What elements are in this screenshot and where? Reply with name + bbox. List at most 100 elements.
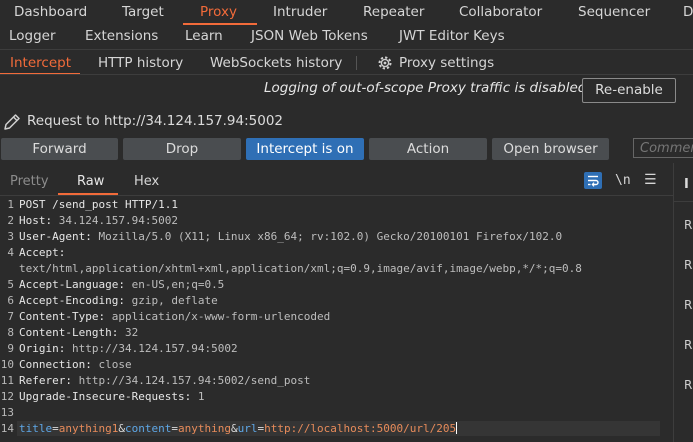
tab-intercept[interactable]: Intercept [10,51,71,75]
line-number: 6 [7,294,14,307]
line-number: 9 [7,342,14,355]
param-value: anything [177,422,231,435]
tab-hex[interactable]: Hex [134,174,159,189]
param-value: anything1 [58,422,119,435]
header-name: Host [19,214,46,227]
inspector-panel: I R R R R R [674,163,693,442]
header-value: http://34.124.157.94:5002 [72,342,238,355]
header-name: Upgrade-Insecure-Requests [19,390,185,403]
param-name: content [124,422,172,435]
line-number: 2 [7,214,14,227]
inspector-item[interactable]: R [684,338,692,352]
tab-learn[interactable]: Learn [185,24,223,48]
header-value: gzip, deflate [131,294,218,307]
inspector-item[interactable]: R [684,258,692,272]
tab-extensions[interactable]: Extensions [85,24,158,48]
line-number: 8 [7,326,14,339]
header-name: User-Agent [19,230,86,243]
header-value: close [98,358,132,371]
line-number: 3 [7,230,14,243]
action-button[interactable]: Action [369,138,487,160]
proxy-settings-label: Proxy settings [399,55,495,71]
inspector-header-divider [674,201,693,202]
scope-logging-notice: Logging of out-of-scope Proxy traffic is… [264,80,587,96]
header-value: Mozilla/5.0 (X11; Linux x86_64; rv:102.0… [98,230,563,243]
line-number: 12 [0,390,14,403]
pencil-icon [4,114,20,130]
tab-collaborator[interactable]: Collaborator [459,0,542,24]
tab-json-web-tokens[interactable]: JSON Web Tokens [251,24,368,48]
request-line: POST /send_post HTTP/1.1 [19,198,178,211]
tab-http-history[interactable]: HTTP history [98,51,183,75]
intercept-toggle-button[interactable]: Intercept is on [246,138,364,160]
header-value: application/x-www-form-urlencoded [111,310,331,323]
inspector-item[interactable]: R [684,298,692,312]
header-line: Accept: [19,246,66,259]
tab-target[interactable]: Target [122,0,164,24]
line-number: 13 [0,406,14,419]
header-name: Content-Length [19,326,112,339]
header-name: Accept-Language [19,278,119,291]
open-browser-button[interactable]: Open browser [492,138,609,160]
menu-icon[interactable]: ☰ [644,172,657,188]
header-value: 32 [124,326,139,339]
request-target-label: Request to http://34.124.157.94:5002 [27,113,283,129]
header-name: Origin [19,342,59,355]
header-value: 1 [197,390,205,403]
header-line: Accept-Language: en-US,en;q=0.5 [19,278,225,291]
header-line: Host: 34.124.157.94:5002 [19,214,178,227]
show-newlines-toggle[interactable]: \n [615,173,631,188]
text-cursor [456,422,458,434]
tab-logger[interactable]: Logger [9,24,56,48]
post-body[interactable]: title=anything1&content=anything&url=htt… [19,422,458,435]
line-number: 14 [0,422,14,435]
proxy-settings-button[interactable]: Proxy settings [377,51,494,75]
line-number: 4 [7,246,14,259]
tab-proxy[interactable]: Proxy [200,0,237,24]
header-value: en-US,en;q=0.5 [131,278,225,291]
forward-button[interactable]: Forward [1,138,118,160]
line-number: 1 [7,198,14,211]
message-editor: Pretty Raw Hex \n ☰ 1 2 3 4 5 6 7 8 9 10… [0,168,673,442]
divider [0,74,693,75]
header-line: User-Agent: Mozilla/5.0 (X11; Linux x86_… [19,230,563,243]
tab-websockets-history[interactable]: WebSockets history [210,51,342,75]
header-value: 34.124.157.94:5002 [58,214,178,227]
re-enable-button[interactable]: Re-enable [582,78,676,103]
inspector-item[interactable]: R [684,378,692,392]
header-name: Content-Type [19,310,99,323]
raw-tab-underline [58,193,118,195]
extension-tabs-row: Logger Extensions Learn JSON Web Tokens … [0,24,693,48]
editor-tabs-bar: Pretty Raw Hex \n ☰ [0,168,673,196]
tab-divider [356,56,357,70]
tab-intruder[interactable]: Intruder [273,0,327,24]
param-value: http://localhost:5000/url/205 [264,422,457,435]
request-body-editor[interactable]: 1 2 3 4 5 6 7 8 9 10 11 12 13 14 POST /s… [0,196,673,442]
header-line: Accept-Encoding: gzip, deflate [19,294,218,307]
header-name: Accept-Encoding [19,294,119,307]
header-name: Referer [19,374,66,387]
header-line: Upgrade-Insecure-Requests: 1 [19,390,205,403]
drop-button[interactable]: Drop [123,138,241,160]
tab-pretty[interactable]: Pretty [10,174,49,189]
tab-overflow[interactable]: D [683,0,693,24]
line-number: 7 [7,310,14,323]
comment-input[interactable] [633,138,693,158]
param-name: url [237,422,258,435]
tab-dashboard[interactable]: Dashboard [14,0,87,24]
proxy-subtabs: Intercept HTTP history WebSockets histor… [0,50,693,74]
gear-icon [378,56,392,70]
tab-jwt-editor-keys[interactable]: JWT Editor Keys [399,24,505,48]
inspector-item[interactable]: R [684,218,692,232]
tab-repeater[interactable]: Repeater [363,0,424,24]
tab-sequencer[interactable]: Sequencer [578,0,650,24]
header-line: Connection: close [19,358,132,371]
wrap-lines-icon[interactable] [584,172,602,189]
header-name: Connection [19,358,86,371]
param-name: title [19,422,53,435]
line-number: 11 [0,374,14,387]
header-line: Content-Type: application/x-www-form-url… [19,310,331,323]
tab-raw[interactable]: Raw [77,174,104,189]
main-tabs-row: Dashboard Target Proxy Intruder Repeater… [0,0,693,24]
header-value: http://34.124.157.94:5002/send_post [78,374,311,387]
